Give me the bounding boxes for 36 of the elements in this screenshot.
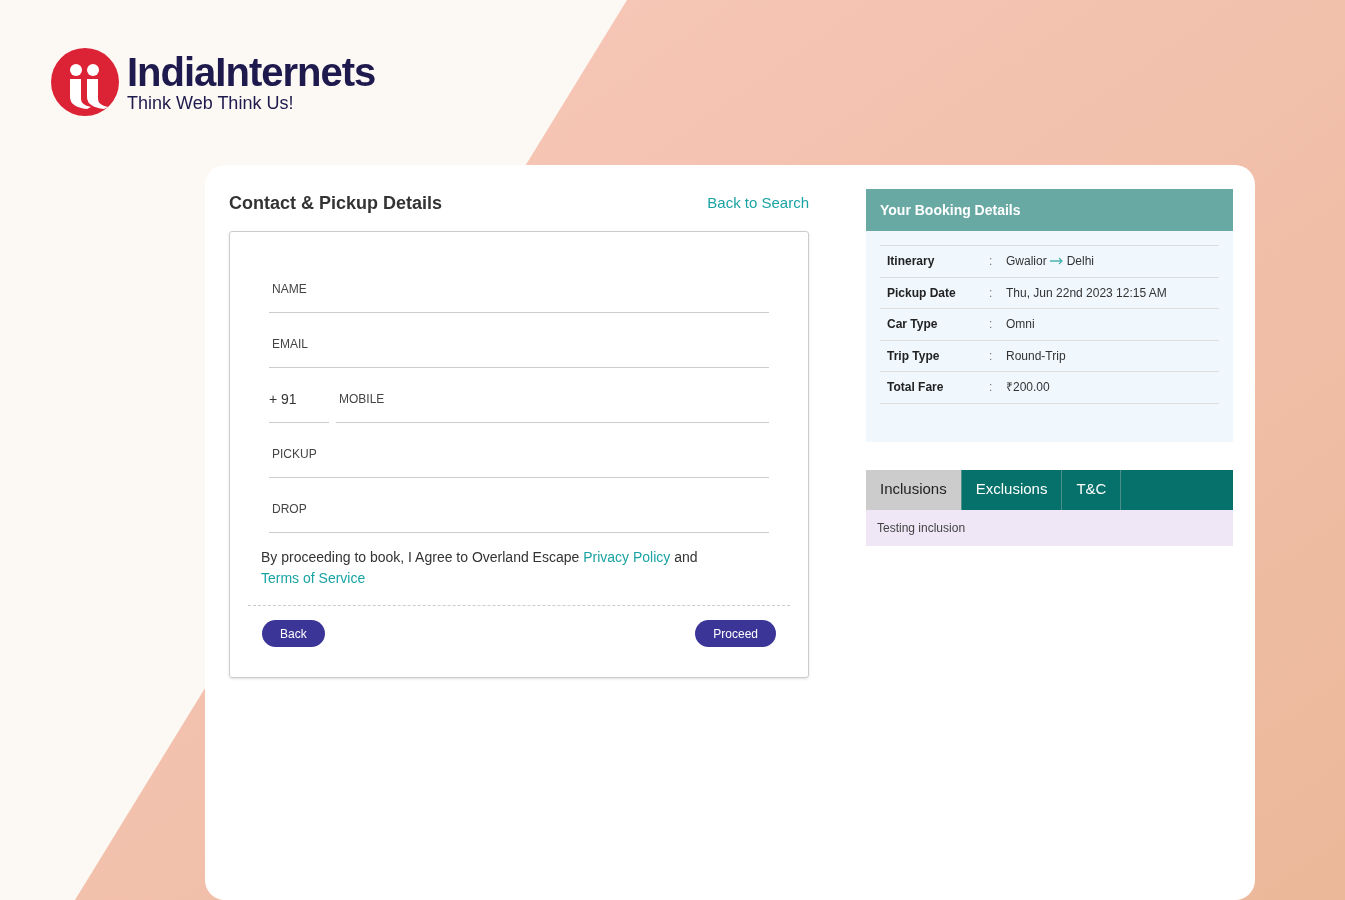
separator-text: : [989, 284, 994, 302]
panel-header: Your Booking Details [866, 189, 1233, 231]
input-field[interactable]: DROP [272, 500, 766, 518]
separator-text: : [989, 379, 994, 397]
privacy-policy-link[interactable]: Privacy Policy [583, 549, 671, 565]
detail-label: Itinerary [887, 253, 936, 271]
brand-name: IndiaInternets [127, 51, 376, 93]
back-button[interactable]: Back [262, 620, 325, 647]
terms-link[interactable]: Terms of Service [261, 570, 366, 586]
input-field[interactable]: EMAIL [272, 335, 766, 353]
separator-text: : [989, 253, 994, 271]
section-title: Contact & Pickup Details [229, 191, 443, 215]
agreement-text: By proceeding to book, I Agree to Overland Escape Privacy Policy and Terms of Service [260, 548, 699, 588]
detail-label: Total Fare [887, 379, 945, 397]
separator-text: : [989, 347, 994, 365]
detail-value: ₹200.00 [1006, 379, 1050, 397]
detail-label: Pickup Date [887, 284, 957, 302]
back-to-search-link[interactable]: Back to Search [707, 191, 809, 215]
detail-label: Car Type [887, 316, 939, 334]
detail-value: Omni [1006, 316, 1035, 334]
mobile-field[interactable]: MOBILE [339, 390, 766, 408]
detail-value: Gwalior [1006, 253, 1047, 271]
detail-value: Thu, Jun 22nd 2023 12:15 AM [1006, 284, 1167, 302]
detail-value: Delhi [1066, 253, 1095, 271]
tab[interactable]: Inclusions [866, 469, 962, 510]
logo-icon [51, 48, 119, 116]
detail-label: Trip Type [887, 347, 941, 365]
proceed-button[interactable]: Proceed [695, 620, 776, 647]
arrow-icon [1049, 257, 1064, 266]
brand-tagline: Think Web Think Us! [127, 93, 295, 113]
separator-text: : [989, 316, 994, 334]
input-field[interactable]: NAME [272, 280, 766, 298]
detail-value: Round-Trip [1006, 347, 1066, 365]
phone-prefix-field[interactable]: + 91 [269, 389, 329, 410]
input-field[interactable]: PICKUP [272, 445, 766, 463]
tab-content-text: Testing inclusion [877, 519, 966, 537]
